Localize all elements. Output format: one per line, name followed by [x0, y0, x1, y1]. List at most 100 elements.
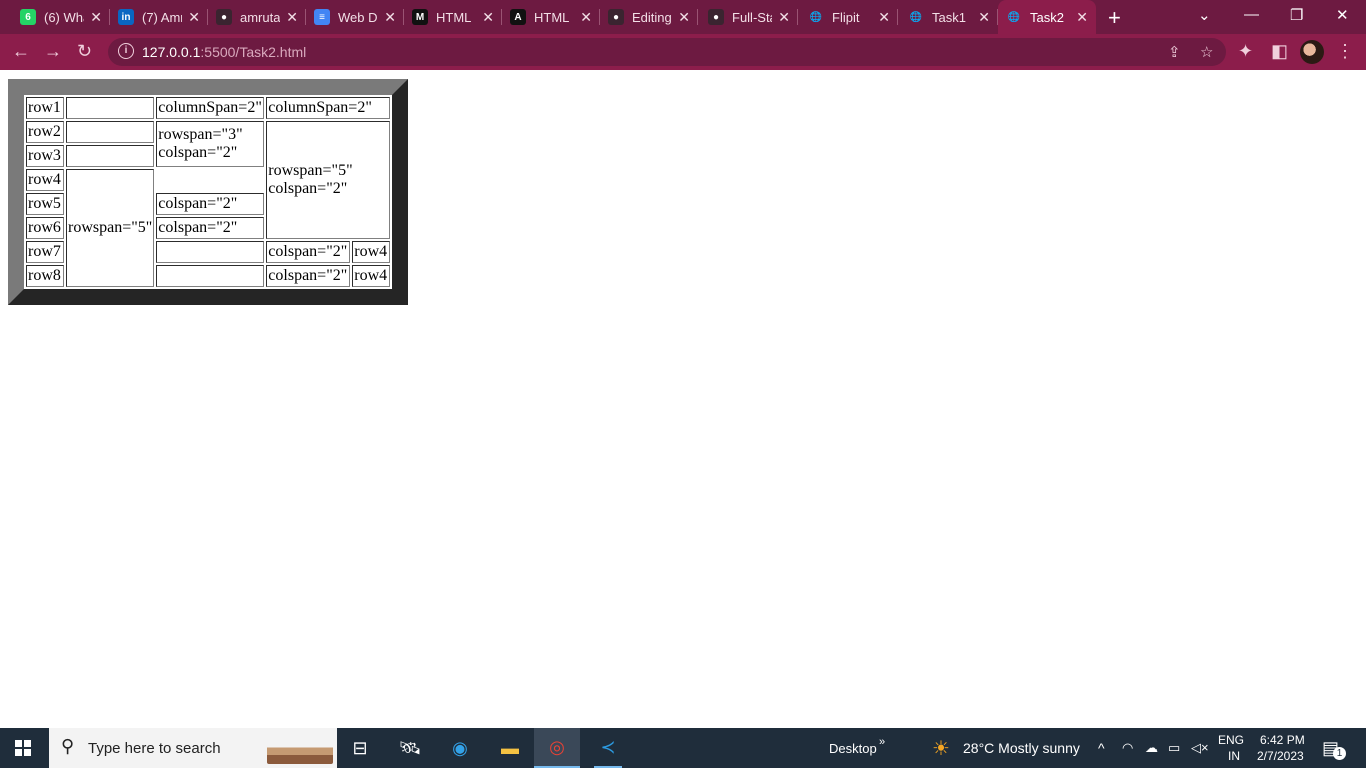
edge-browser-icon[interactable]: ◉: [446, 734, 474, 762]
restore-button[interactable]: ❐: [1290, 6, 1303, 24]
cell-text-line: colspan="2": [268, 180, 348, 197]
tab-close-icon[interactable]: ✕: [878, 9, 890, 26]
tab-close-icon[interactable]: ✕: [678, 9, 690, 26]
cell-row4: row4: [352, 241, 391, 263]
codepen-icon: A: [510, 9, 526, 25]
tab-close-icon[interactable]: ✕: [90, 9, 102, 26]
vscode-icon[interactable]: ≺: [594, 728, 622, 768]
linkedin-icon: in: [118, 9, 134, 25]
share-icon[interactable]: ⇪: [1168, 43, 1181, 61]
toolbar-overflow-icon[interactable]: »: [879, 722, 885, 762]
tab-separator: [897, 9, 898, 25]
bookmark-star-icon[interactable]: ☆: [1200, 43, 1213, 61]
site-info-icon[interactable]: i: [118, 43, 134, 59]
reload-icon[interactable]: ↻: [77, 41, 92, 62]
search-highlight-illustration-icon: [267, 734, 333, 764]
profile-avatar[interactable]: [1300, 40, 1324, 64]
tab-title: HTML: [436, 9, 472, 25]
region-code: IN: [1228, 749, 1240, 763]
clock[interactable]: 6:42 PM 2/7/2023: [1256, 728, 1305, 768]
tab-close-icon[interactable]: ✕: [1076, 9, 1088, 26]
cell-columnspan: columnSpan=2": [156, 97, 265, 119]
battery-icon[interactable]: ▭: [1168, 728, 1180, 768]
extensions-puzzle-icon[interactable]: ✦: [1238, 41, 1253, 62]
cell-colspan: colspan="2": [266, 265, 351, 287]
page-content: row1 columnSpan=2" columnSpan=2" row2 ro…: [8, 79, 409, 305]
weather-widget-app-icon[interactable]: 🛰: [396, 734, 424, 762]
browser-tab[interactable]: ● Full-Stack ✕: [700, 0, 798, 34]
desktop-toolbar-label[interactable]: Desktop: [829, 728, 877, 768]
search-placeholder: Type here to search: [88, 740, 221, 757]
cell-columnspan: columnSpan=2": [266, 97, 391, 119]
url-path: :5500/Task2.html: [200, 44, 307, 60]
browser-tab[interactable]: 🌐 Flipit ✕: [800, 0, 898, 34]
cell-row2: row2: [26, 121, 64, 143]
side-panel-icon[interactable]: ◧: [1271, 41, 1288, 62]
weather-text[interactable]: 28°C Mostly sunny: [963, 728, 1080, 768]
windows-start-icon[interactable]: [15, 740, 31, 756]
cell-colspan: colspan="2": [156, 193, 265, 215]
back-arrow-icon[interactable]: ←: [12, 41, 30, 62]
cell-empty: [156, 265, 265, 287]
cell-colspan: colspan="2": [266, 241, 351, 263]
browser-tab[interactable]: 6 (6) WhatsApp ✕: [12, 0, 110, 34]
tray-overflow-chevron-icon[interactable]: ^: [1098, 728, 1105, 768]
browser-tab[interactable]: in (7) Amruta ✕: [110, 0, 208, 34]
tab-strip: + ⌄ — ❐ ✕ 6 (6) WhatsApp ✕ in (7) Amruta ✕ ● am…: [0, 0, 1366, 34]
cell-row7: row7: [26, 241, 64, 263]
github-icon: ●: [216, 9, 232, 25]
taskbar-search-box[interactable]: ⚲ Type here to search: [49, 728, 337, 768]
tab-close-icon[interactable]: ✕: [978, 9, 990, 26]
cell-row6: row6: [26, 217, 64, 239]
close-window-button[interactable]: ✕: [1336, 6, 1349, 24]
file-explorer-icon[interactable]: ▬: [496, 734, 524, 762]
weather-sun-icon[interactable]: ☀: [932, 728, 950, 768]
tab-close-icon[interactable]: ✕: [286, 9, 298, 26]
tab-title: Task2: [1030, 9, 1064, 25]
tab-close-icon[interactable]: ✕: [188, 9, 200, 26]
github-icon: ●: [708, 9, 724, 25]
onedrive-cloud-icon[interactable]: ☁: [1145, 728, 1158, 768]
address-bar[interactable]: i 127.0.0.1:5500/Task2.html ⇪ ☆: [108, 38, 1226, 66]
docs-icon: ≡: [314, 9, 330, 25]
tab-close-icon[interactable]: ✕: [580, 9, 592, 26]
volume-muted-icon[interactable]: ◁×: [1191, 728, 1209, 768]
notification-center-icon[interactable]: ▤ 1: [1322, 728, 1347, 768]
tab-title: (6) WhatsApp: [44, 9, 84, 25]
tab-separator: [797, 9, 798, 25]
minimize-button[interactable]: —: [1244, 6, 1259, 23]
search-icon: ⚲: [61, 736, 75, 756]
cell-rowspan-5: rowspan="5" colspan="2": [266, 121, 391, 239]
browser-tab[interactable]: A HTML ✕: [502, 0, 600, 34]
table-row: row1 columnSpan=2" columnSpan=2": [26, 97, 391, 119]
clock-time: 6:42 PM: [1260, 733, 1305, 747]
cell-empty: [156, 241, 265, 263]
globe-icon: 🌐: [1007, 11, 1021, 23]
table-row: row2 rowspan="3" colspan="2" rowspan="5" c…: [26, 121, 391, 239]
demo-table: row1 columnSpan=2" columnSpan=2" row2 ro…: [8, 79, 409, 305]
tab-close-icon[interactable]: ✕: [482, 9, 494, 26]
address-url[interactable]: 127.0.0.1:5500/Task2.html: [142, 44, 306, 60]
new-tab-button[interactable]: +: [1108, 5, 1121, 31]
kebab-menu-icon[interactable]: ⋮: [1336, 41, 1354, 62]
cell-row8: row8: [26, 265, 64, 287]
browser-tab[interactable]: ≡ Web Dev ✕: [306, 0, 404, 34]
browser-tab[interactable]: 🌐 Task2 ✕: [998, 0, 1096, 34]
forward-arrow-icon[interactable]: →: [44, 41, 62, 62]
tab-close-icon[interactable]: ✕: [384, 9, 396, 26]
tab-title: Full-Stack: [732, 9, 772, 25]
tab-separator: [697, 9, 698, 25]
browser-tab[interactable]: ● amruta ✕: [208, 0, 306, 34]
language-indicator[interactable]: ENG IN: [1218, 728, 1244, 768]
chrome-browser-icon[interactable]: ◎: [534, 728, 580, 768]
browser-tab[interactable]: M HTML ✕: [404, 0, 502, 34]
tab-close-icon[interactable]: ✕: [778, 9, 790, 26]
wifi-icon[interactable]: ◠: [1122, 728, 1133, 768]
cell-row1: row1: [26, 97, 64, 119]
browser-toolbar: ← → ↻ i 127.0.0.1:5500/Task2.html ⇪ ☆ ✦ …: [0, 34, 1366, 70]
task-view-icon[interactable]: ⊟: [346, 734, 374, 762]
cell-row3: row3: [26, 145, 64, 167]
browser-tab[interactable]: 🌐 Task1 ✕: [900, 0, 998, 34]
browser-tab[interactable]: ● Editing ✕: [600, 0, 698, 34]
tab-search-chevron-icon[interactable]: ⌄: [1198, 6, 1211, 24]
